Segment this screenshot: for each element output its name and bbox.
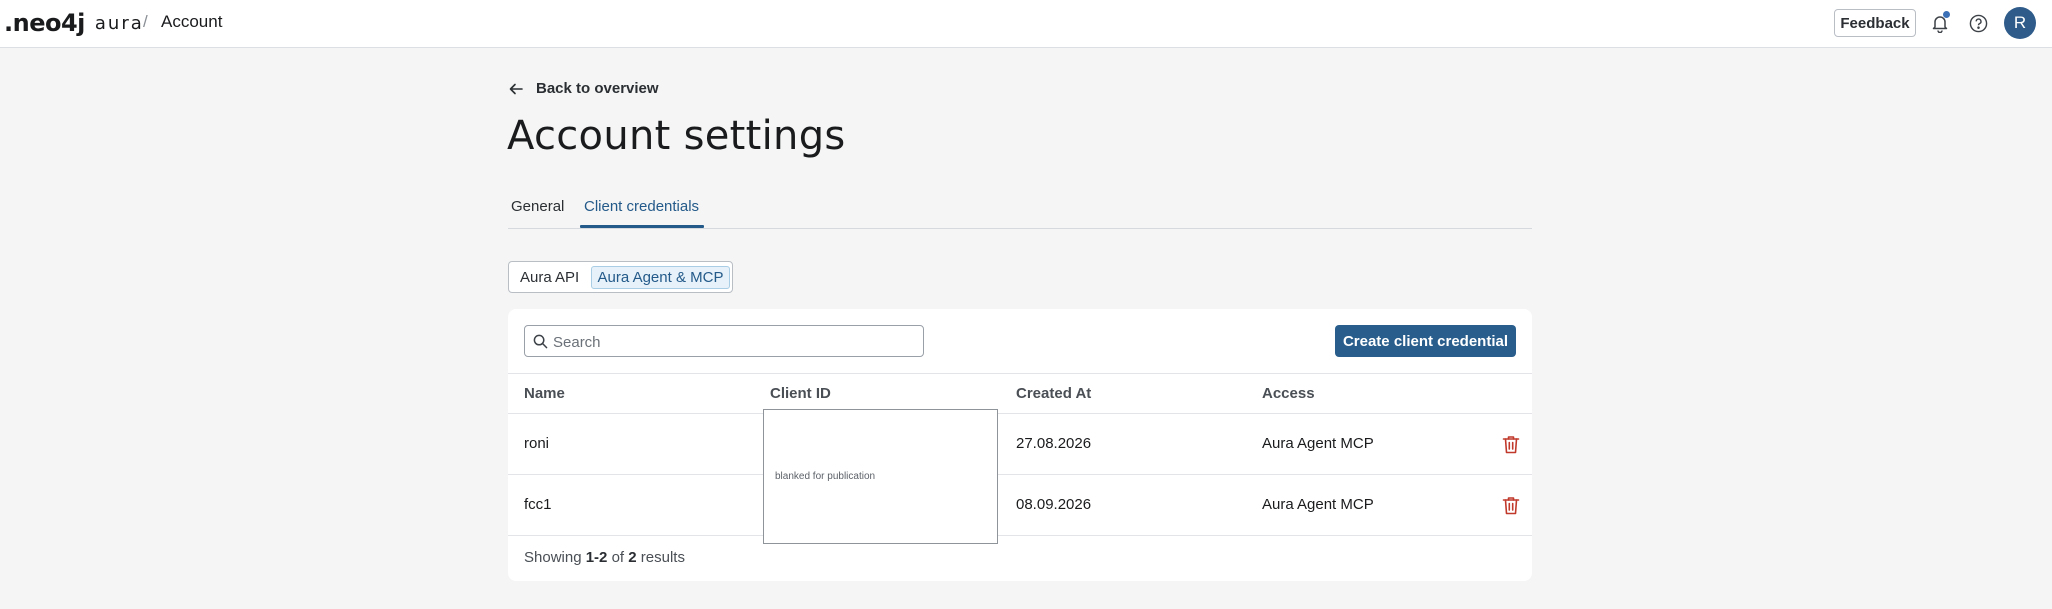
redaction-box: blanked for publication [763,409,998,544]
cell-access: Aura Agent MCP [1262,496,1374,513]
column-header-created-at[interactable]: Created At [1016,385,1091,402]
back-link-label: Back to overview [536,80,659,97]
page-title: Account settings [507,113,846,159]
column-header-access[interactable]: Access [1262,385,1315,402]
segment-aura-agent-mcp[interactable]: Aura Agent & MCP [591,266,730,289]
column-header-client-id[interactable]: Client ID [770,385,831,402]
logo-neo4j-text: .neo4j [4,9,85,37]
notification-dot [1943,11,1950,18]
tab-client-credentials[interactable]: Client credentials [584,198,699,215]
arrow-left-icon [509,83,523,94]
table-row: fcc1 08.09.2026 Aura Agent MCP [508,475,1532,536]
results-of: of [607,549,629,566]
breadcrumb-current[interactable]: Account [161,12,222,32]
table-row: roni 27.08.2026 Aura Agent MCP [508,414,1532,475]
cell-created-at: 08.09.2026 [1016,496,1092,513]
feedback-button[interactable]: Feedback [1834,9,1916,37]
tab-general[interactable]: General [511,198,564,215]
credential-type-toggle: Aura API Aura Agent & MCP [508,261,733,293]
cell-access: Aura Agent MCP [1262,435,1374,452]
results-suffix: results [636,549,685,566]
results-prefix: Showing [524,549,586,566]
search-input[interactable] [553,332,913,352]
search-box [524,325,924,357]
table-header: Name Client ID Created At Access [508,373,1532,414]
neo4j-aura-logo[interactable]: .neo4j aura [4,9,144,37]
search-icon [533,334,548,349]
help-icon[interactable] [1969,14,1988,33]
cell-name: fcc1 [524,496,552,513]
results-range: 1-2 [585,549,608,566]
results-summary: Showing 1-2 of 2 results [524,549,685,566]
back-to-overview-link[interactable]: Back to overview [508,80,659,97]
delete-icon[interactable] [1502,435,1520,454]
breadcrumb-separator: / [143,12,148,31]
delete-icon[interactable] [1502,496,1520,515]
credentials-card: Create client credential Name Client ID … [508,309,1532,581]
settings-tabs: General Client credentials [508,190,1532,229]
user-avatar[interactable]: R [2004,7,2036,39]
cell-created-at: 27.08.2026 [1016,435,1092,452]
column-header-name[interactable]: Name [524,385,565,402]
redaction-note: blanked for publication [775,471,876,482]
active-tab-indicator [580,225,704,228]
logo-aura-text: aura [94,12,144,34]
segment-aura-api[interactable]: Aura API [520,269,579,286]
cell-name: roni [524,435,550,452]
top-bar: .neo4j aura / Account Feedback R [0,0,2052,48]
create-client-credential-button[interactable]: Create client credential [1335,325,1516,357]
results-total: 2 [628,549,637,566]
